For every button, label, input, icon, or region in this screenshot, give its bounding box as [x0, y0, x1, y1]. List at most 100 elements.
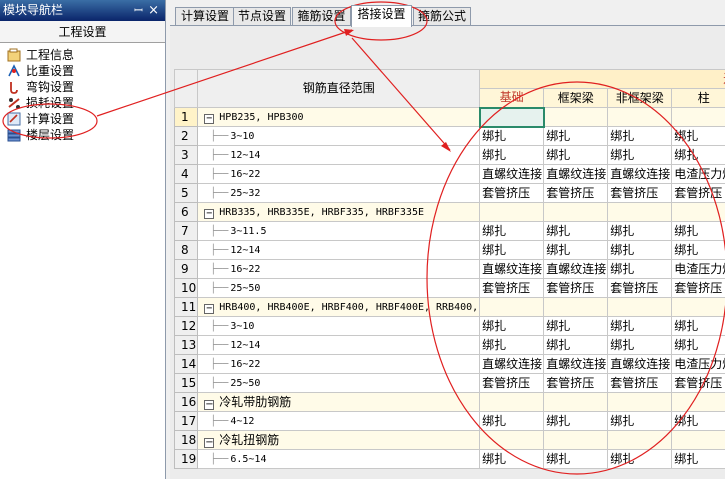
nav-item-hook[interactable]: 弯钩设置	[0, 79, 165, 95]
connection-cell[interactable]: 绑扎	[479, 449, 545, 469]
connection-cell[interactable]: 绑扎	[479, 145, 545, 165]
connection-cell[interactable]: 绑扎	[543, 145, 609, 165]
connection-cell[interactable]	[607, 202, 673, 222]
tab-4[interactable]: 箍筋公式	[413, 7, 471, 26]
collapse-icon[interactable]: −	[204, 113, 215, 124]
connection-cell[interactable]: 直螺纹连接	[479, 259, 545, 279]
connection-cell[interactable]: 绑扎	[543, 240, 609, 260]
connection-cell[interactable]: 直螺纹连接	[543, 354, 609, 374]
connection-cell[interactable]	[671, 297, 725, 317]
connection-cell[interactable]: 绑扎	[543, 335, 609, 355]
connection-cell[interactable]	[479, 297, 545, 317]
connection-cell[interactable]: 绑扎	[607, 145, 673, 165]
connection-cell[interactable]	[607, 392, 673, 412]
connection-cell[interactable]: 绑扎	[671, 126, 725, 146]
connection-cell[interactable]	[479, 430, 545, 450]
connection-cell[interactable]	[543, 392, 609, 412]
connection-cell[interactable]: 绑扎	[671, 411, 725, 431]
connection-cell[interactable]	[543, 297, 609, 317]
column-header[interactable]: 框架梁	[543, 88, 609, 108]
nav-item-floor[interactable]: 楼层设置	[0, 127, 165, 143]
connection-cell[interactable]	[478, 106, 545, 128]
connection-cell[interactable]: 绑扎	[543, 411, 609, 431]
steel-group-name[interactable]: − HRB335, HRB335E, HRBF335, HRBF335E	[197, 202, 481, 222]
connection-cell[interactable]	[607, 430, 673, 450]
tab-1[interactable]: 节点设置	[233, 7, 291, 26]
connection-cell[interactable]: 电渣压力焊	[671, 164, 725, 184]
connection-cell[interactable]: 绑扎	[479, 411, 545, 431]
connection-cell[interactable]: 绑扎	[607, 449, 673, 469]
connection-cell[interactable]: 绑扎	[607, 316, 673, 336]
connection-cell[interactable]: 套管挤压	[479, 183, 545, 203]
close-icon[interactable]: ×	[148, 0, 159, 21]
connection-cell[interactable]: 套管挤压	[607, 183, 673, 203]
connection-cell[interactable]: 套管挤压	[671, 278, 725, 298]
connection-cell[interactable]: 绑扎	[479, 316, 545, 336]
connection-cell[interactable]	[543, 202, 609, 222]
connection-cell[interactable]	[607, 297, 673, 317]
tab-3[interactable]: 搭接设置	[351, 5, 412, 27]
connection-cell[interactable]: 绑扎	[543, 126, 609, 146]
connection-cell[interactable]: 绑扎	[671, 449, 725, 469]
steel-group-name[interactable]: − 冷轧扭钢筋	[197, 430, 481, 450]
nav-item-calculation[interactable]: 计算设置	[0, 111, 165, 127]
connection-cell[interactable]: 套管挤压	[543, 278, 609, 298]
nav-item-project-info[interactable]: 工程信息	[0, 47, 165, 63]
connection-cell[interactable]: 绑扎	[479, 126, 545, 146]
connection-cell[interactable]: 绑扎	[543, 221, 609, 241]
connection-cell[interactable]: 直螺纹连接	[543, 259, 609, 279]
column-header[interactable]: 非框架梁	[607, 88, 673, 108]
nav-item-weight-ratio[interactable]: 比重设置	[0, 63, 165, 79]
connection-cell[interactable]: 绑扎	[607, 240, 673, 260]
connection-cell[interactable]: 绑扎	[543, 449, 609, 469]
connection-cell[interactable]	[671, 392, 725, 412]
connection-cell[interactable]	[543, 430, 609, 450]
column-header[interactable]: 柱	[671, 88, 725, 108]
collapse-icon[interactable]: −	[204, 303, 215, 314]
connection-cell[interactable]: 直螺纹连接	[479, 164, 545, 184]
connection-cell[interactable]	[543, 107, 609, 127]
connection-cell[interactable]: 套管挤压	[479, 278, 545, 298]
column-header[interactable]: 基础	[479, 88, 545, 108]
connection-cell[interactable]: 套管挤压	[543, 373, 609, 393]
connection-cell[interactable]: 绑扎	[607, 221, 673, 241]
connection-cell[interactable]	[671, 202, 725, 222]
collapse-icon[interactable]: −	[204, 399, 215, 410]
connection-cell[interactable]: 绑扎	[479, 221, 545, 241]
tab-2[interactable]: 箍筋设置	[292, 7, 351, 26]
connection-cell[interactable]	[479, 392, 545, 412]
collapse-icon[interactable]: −	[204, 437, 215, 448]
connection-cell[interactable]: 绑扎	[607, 126, 673, 146]
tab-0[interactable]: 计算设置	[175, 7, 235, 26]
connection-cell[interactable]: 套管挤压	[607, 373, 673, 393]
connection-cell[interactable]: 绑扎	[607, 411, 673, 431]
connection-cell[interactable]: 绑扎	[607, 335, 673, 355]
steel-group-name[interactable]: − 冷轧带肋钢筋	[197, 392, 481, 412]
connection-cell[interactable]: 直螺纹连接	[479, 354, 545, 374]
connection-cell[interactable]: 套管挤压	[671, 373, 725, 393]
connection-cell[interactable]: 绑扎	[671, 335, 725, 355]
connection-cell[interactable]: 电渣压力焊	[671, 259, 725, 279]
pin-icon[interactable]: ꟷ	[134, 0, 143, 21]
connection-cell[interactable]: 绑扎	[671, 145, 725, 165]
connection-cell[interactable]: 直螺纹连接	[543, 164, 609, 184]
nav-item-loss[interactable]: 损耗设置	[0, 95, 165, 111]
connection-cell[interactable]: 直螺纹连接	[607, 354, 673, 374]
connection-cell[interactable]: 绑扎	[479, 240, 545, 260]
connection-cell[interactable]: 套管挤压	[671, 183, 725, 203]
connection-cell[interactable]	[671, 107, 725, 127]
connection-cell[interactable]: 绑扎	[607, 259, 673, 279]
connection-cell[interactable]	[607, 107, 673, 127]
connection-cell[interactable]: 套管挤压	[607, 278, 673, 298]
connection-cell[interactable]: 绑扎	[671, 240, 725, 260]
connection-cell[interactable]: 套管挤压	[543, 183, 609, 203]
steel-group-name[interactable]: − HRB400, HRB400E, HRBF400, HRBF400E, RRB…	[197, 297, 481, 317]
connection-cell[interactable]: 直螺纹连接	[607, 164, 673, 184]
connection-cell[interactable]	[479, 202, 545, 222]
connection-cell[interactable]: 绑扎	[671, 316, 725, 336]
connection-cell[interactable]: 绑扎	[543, 316, 609, 336]
connection-cell[interactable]: 绑扎	[671, 221, 725, 241]
connection-cell[interactable]: 套管挤压	[479, 373, 545, 393]
connection-cell[interactable]: 绑扎	[479, 335, 545, 355]
collapse-icon[interactable]: −	[204, 208, 215, 219]
